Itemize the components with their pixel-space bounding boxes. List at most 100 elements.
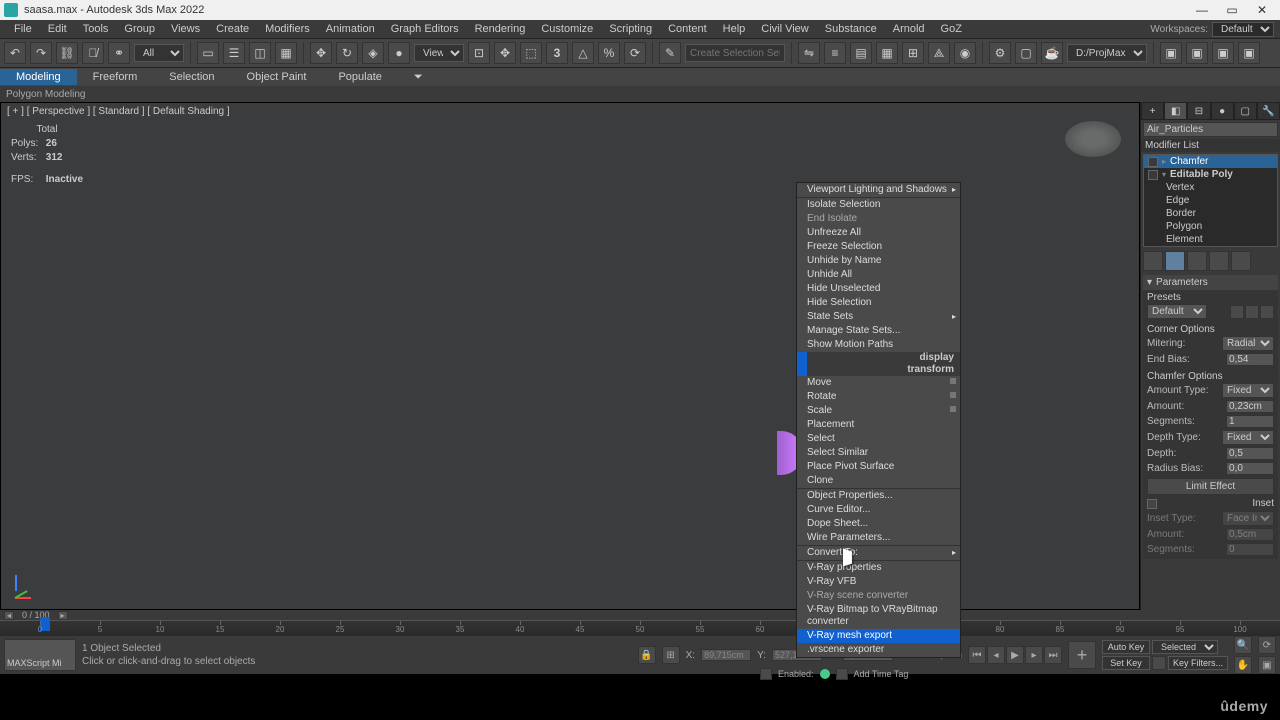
viewport[interactable]: [ + ] [ Perspective ] [ Standard ] [ Def… — [0, 102, 1140, 610]
ctx-vray-bitmap-converter[interactable]: V-Ray Bitmap to VRayBitmap converter — [797, 603, 960, 629]
ctx-unhide-all[interactable]: Unhide All — [797, 268, 960, 282]
ctx-unfreeze-all[interactable]: Unfreeze All — [797, 226, 960, 240]
menu-scripting[interactable]: Scripting — [601, 23, 660, 35]
maximize-button[interactable]: ▭ — [1218, 1, 1246, 19]
spinner-snap-button[interactable]: ⟳ — [624, 42, 646, 64]
play-button[interactable]: ▶ — [1006, 646, 1024, 664]
ctx-select[interactable]: Select — [797, 432, 960, 446]
setkey-button[interactable]: Set Key — [1102, 656, 1150, 670]
ctx-wire-params[interactable]: Wire Parameters... — [797, 531, 960, 545]
time-prev[interactable]: ◂ — [4, 611, 14, 620]
material-button[interactable]: ◉ — [954, 42, 976, 64]
project-path[interactable]: D:/ProjMax — [1067, 44, 1147, 62]
enabled-toggle[interactable] — [760, 668, 772, 680]
ctx-rotate[interactable]: Rotate — [797, 390, 960, 404]
ctx-vrscene-exporter[interactable]: .vrscene exporter — [797, 643, 960, 657]
keymode-button[interactable]: ⬚ — [520, 42, 542, 64]
show-end-result-button[interactable] — [1165, 251, 1185, 271]
percent-snap-button[interactable]: % — [598, 42, 620, 64]
ribbon-tab-selection[interactable]: Selection — [153, 69, 230, 85]
ctx-vray-vfb[interactable]: V-Ray VFB — [797, 575, 960, 589]
selection-set-input[interactable] — [685, 44, 785, 62]
manipulate-button[interactable]: ✥ — [494, 42, 516, 64]
preset-save[interactable] — [1245, 305, 1259, 319]
ctx-placement[interactable]: Placement — [797, 418, 960, 432]
ctx-clone[interactable]: Clone — [797, 474, 960, 488]
segments-input[interactable] — [1226, 415, 1274, 428]
autokey-button[interactable]: Auto Key — [1102, 640, 1150, 654]
region-button[interactable]: ◫ — [249, 42, 271, 64]
minimize-button[interactable]: — — [1188, 1, 1216, 19]
menu-file[interactable]: File — [6, 23, 40, 35]
remove-modifier-button[interactable] — [1209, 251, 1229, 271]
preset-del[interactable] — [1260, 305, 1274, 319]
nav-orbit-button[interactable]: ⟳ — [1258, 636, 1276, 654]
menu-views[interactable]: Views — [163, 23, 208, 35]
toggle1-button[interactable]: ▦ — [876, 42, 898, 64]
endbias-input[interactable] — [1226, 353, 1274, 366]
depthtype-select[interactable]: Fixed — [1222, 430, 1274, 445]
modifier-list-label[interactable]: Modifier List — [1141, 139, 1280, 152]
ctx-object-properties[interactable]: Object Properties... — [797, 489, 960, 503]
menu-civilview[interactable]: Civil View — [753, 23, 816, 35]
ctx-hide-unselected[interactable]: Hide Unselected — [797, 282, 960, 296]
layers-button[interactable]: ▤ — [850, 42, 872, 64]
pivot-button[interactable]: ⊡ — [468, 42, 490, 64]
menu-modifiers[interactable]: Modifiers — [257, 23, 318, 35]
cp-utilities-tab[interactable]: 🔧 — [1257, 102, 1280, 120]
menu-substance[interactable]: Substance — [817, 23, 885, 35]
parameters-header[interactable]: ▾Parameters — [1143, 275, 1278, 290]
preset-select[interactable]: Default — [1147, 304, 1207, 319]
menu-content[interactable]: Content — [660, 23, 715, 35]
menu-rendering[interactable]: Rendering — [467, 23, 534, 35]
nav-max-button[interactable]: ▣ — [1258, 656, 1276, 674]
goto-end-button[interactable]: ⏭ — [1044, 646, 1062, 664]
ctx-viewport-lighting[interactable]: Viewport Lighting and Shadows▸ — [797, 183, 960, 197]
menu-create[interactable]: Create — [208, 23, 257, 35]
cp-modify-tab[interactable]: ◧ — [1164, 102, 1187, 120]
render-button[interactable]: ☕ — [1041, 42, 1063, 64]
cp-hierarchy-tab[interactable]: ⊟ — [1187, 102, 1210, 120]
extra4-button[interactable]: ▣ — [1238, 42, 1260, 64]
select-button[interactable]: ▭ — [197, 42, 219, 64]
menu-edit[interactable]: Edit — [40, 23, 75, 35]
timeline-ruler[interactable]: 0510152025303540455055606570758085909510… — [0, 620, 1280, 636]
ribbon-toggle[interactable]: ⏷ — [398, 69, 439, 86]
link-button[interactable]: ⛓ — [56, 42, 78, 64]
ribbon-tab-objectpaint[interactable]: Object Paint — [231, 69, 323, 85]
time-next[interactable]: ▸ — [58, 611, 68, 620]
limit-effect-button[interactable]: Limit Effect — [1147, 478, 1274, 495]
timetag-label[interactable]: Add Time Tag — [854, 669, 909, 679]
ctx-hide-selection[interactable]: Hide Selection — [797, 296, 960, 310]
pin-stack-button[interactable] — [1143, 251, 1163, 271]
keymode-select[interactable]: Selected — [1152, 640, 1218, 654]
inset-check[interactable] — [1147, 499, 1157, 509]
lock-button[interactable]: 🔒 — [638, 646, 656, 664]
cp-display-tab[interactable]: ▢ — [1234, 102, 1257, 120]
selection-filter[interactable]: All — [134, 44, 184, 62]
rotate-button[interactable]: ↻ — [336, 42, 358, 64]
set-key-big-button[interactable]: + — [1068, 641, 1096, 669]
window-crossing-button[interactable]: ▦ — [275, 42, 297, 64]
amttype-select[interactable]: Fixed — [1222, 383, 1274, 398]
schematic-button[interactable]: ⟁ — [928, 42, 950, 64]
next-frame-button[interactable]: ▸ — [1025, 646, 1043, 664]
menu-animation[interactable]: Animation — [318, 23, 383, 35]
angle-snap-button[interactable]: △ — [572, 42, 594, 64]
mirror-button[interactable]: ⇋ — [798, 42, 820, 64]
make-unique-button[interactable] — [1187, 251, 1207, 271]
viewcube[interactable] — [1065, 121, 1121, 157]
extra3-button[interactable]: ▣ — [1212, 42, 1234, 64]
workspace-select[interactable]: Default — [1212, 22, 1274, 37]
abs-rel-button[interactable]: ⊞ — [662, 646, 680, 664]
cp-create-tab[interactable]: + — [1141, 102, 1164, 120]
scale-button[interactable]: ◈ — [362, 42, 384, 64]
editselset-button[interactable]: ✎ — [659, 42, 681, 64]
ctx-dope-sheet[interactable]: Dope Sheet... — [797, 517, 960, 531]
keyfilters-button[interactable]: Key Filters... — [1168, 656, 1228, 670]
object-name-input[interactable] — [1143, 122, 1278, 137]
nav-zoom-button[interactable]: 🔍 — [1234, 636, 1252, 654]
menu-arnold[interactable]: Arnold — [885, 23, 933, 35]
align-button[interactable]: ≡ — [824, 42, 846, 64]
mitering-select[interactable]: Radial — [1222, 336, 1274, 351]
